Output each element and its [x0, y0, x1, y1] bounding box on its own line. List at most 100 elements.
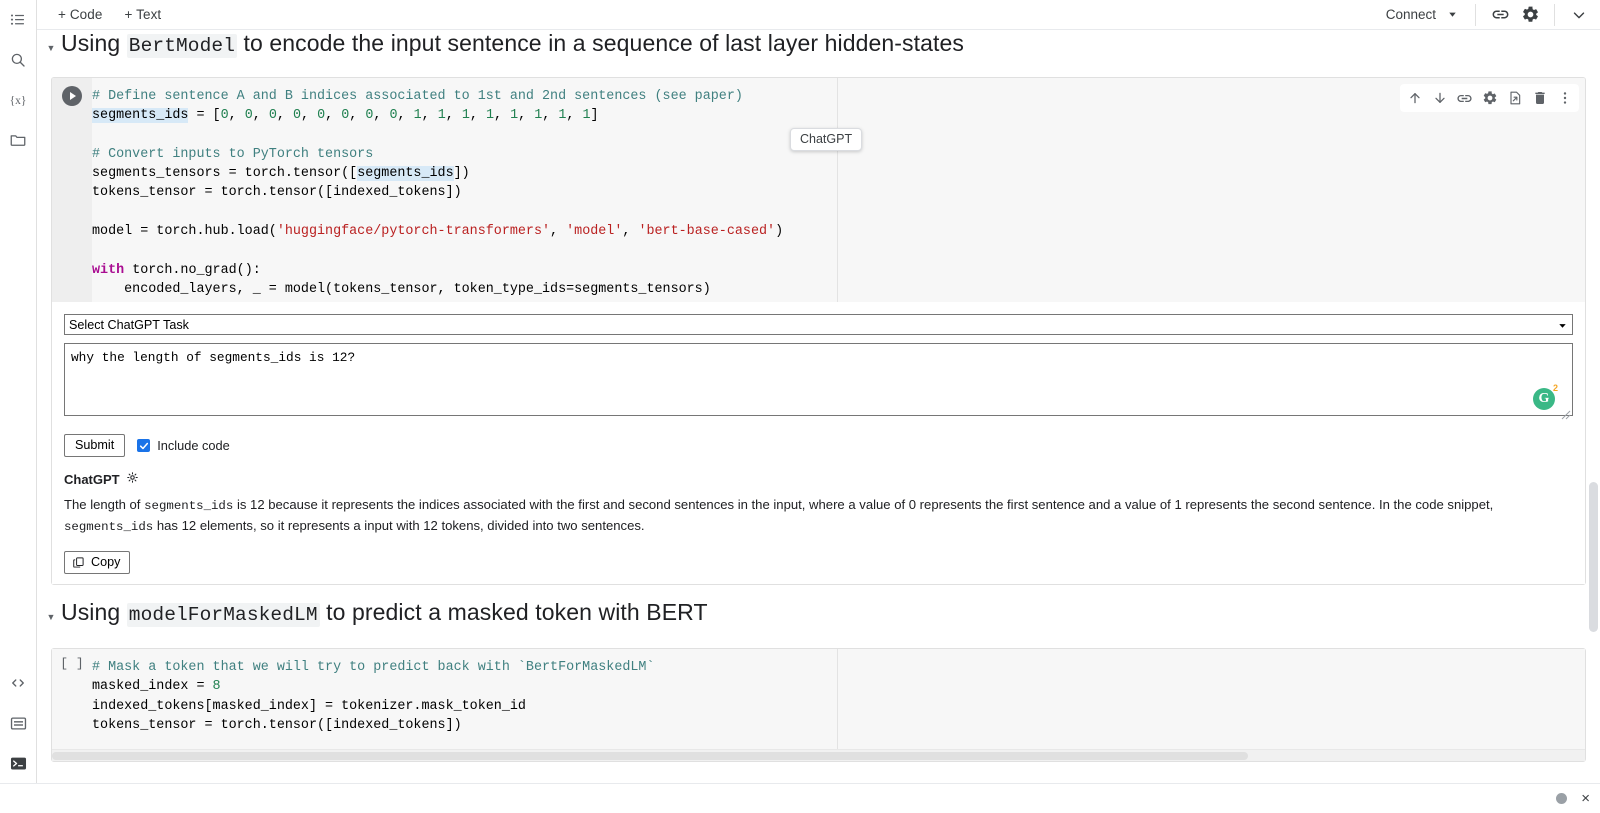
- folder-icon: [9, 131, 27, 149]
- response-code-2: segments_ids: [64, 520, 153, 534]
- heading-code: modelForMaskedLM: [127, 603, 320, 627]
- notebook-scroll-area[interactable]: ▼ Using BertModel to encode the input se…: [37, 30, 1600, 783]
- page-title: Using BertModel to encode the input sent…: [61, 30, 964, 57]
- prompt-wrap: G 2: [64, 335, 1573, 421]
- response-code-1: segments_ids: [144, 499, 233, 513]
- chevron-down-icon: [1447, 9, 1458, 20]
- left-sidebar: {x}: [0, 0, 37, 783]
- more-cell-actions-button[interactable]: [1552, 85, 1577, 111]
- copy-to-drive-button[interactable]: [1502, 85, 1527, 111]
- toolbar-right-group: Connect: [1378, 0, 1594, 30]
- cell-settings-button[interactable]: [1477, 85, 1502, 111]
- gear-icon: [1482, 90, 1498, 106]
- sidebar-item-command-palette[interactable]: [0, 707, 37, 739]
- response-text-1: The length of: [64, 497, 144, 512]
- response-title: ChatGPT: [64, 472, 120, 487]
- arrow-up-icon: [1407, 90, 1423, 106]
- section-2-collapse-toggle[interactable]: ▼: [41, 604, 61, 622]
- editing-link-button[interactable]: [1485, 0, 1515, 30]
- more-vertical-icon: [1557, 90, 1573, 106]
- cell-output-form: Select ChatGPT Task G 2: [52, 302, 1585, 584]
- prompt-input[interactable]: [64, 343, 1573, 416]
- trash-icon: [1532, 90, 1548, 106]
- run-cell-gutter: [52, 78, 92, 302]
- editor-ruler: [837, 78, 838, 302]
- response-text-2: is 12 because it represents the indices …: [233, 497, 1493, 512]
- response-settings-button[interactable]: [126, 471, 139, 487]
- link-icon: [1491, 5, 1510, 24]
- code-cell-2-hscrollbar[interactable]: [52, 749, 1585, 761]
- section-1-heading: ▼ Using BertModel to encode the input se…: [41, 30, 1600, 70]
- heading-code: BertModel: [127, 34, 237, 58]
- heading-suffix: to predict a masked token with BERT: [320, 599, 708, 625]
- grammarly-icon[interactable]: G 2: [1533, 388, 1555, 410]
- section-2-heading: ▼ Using modelForMaskedLM to predict a ma…: [41, 599, 1600, 639]
- chatgpt-task-select[interactable]: Select ChatGPT Task: [64, 314, 1573, 335]
- code-cell-1[interactable]: ChatGPT # Define sentence A and B indice…: [51, 77, 1586, 585]
- response-text-3: has 12 elements, so it represents a inpu…: [153, 518, 644, 533]
- table-of-contents-icon: [9, 11, 27, 29]
- link-icon: [1456, 90, 1473, 107]
- code-cell-2[interactable]: [ ] # Mask a token that we will try to p…: [51, 648, 1586, 762]
- close-status-button[interactable]: ×: [1581, 791, 1590, 806]
- task-select-wrap: Select ChatGPT Task: [64, 314, 1573, 335]
- notebook-vscrollbar[interactable]: [1589, 482, 1598, 632]
- notebook-toolbar: + Code + Text Connect: [37, 0, 1600, 30]
- heading-suffix: to encode the input sentence in a sequen…: [237, 30, 964, 56]
- heading-prefix: Using: [61, 30, 127, 56]
- connect-label: Connect: [1386, 7, 1436, 22]
- move-cell-down-button[interactable]: [1427, 85, 1452, 111]
- delete-cell-button[interactable]: [1527, 85, 1552, 111]
- variables-icon: {x}: [8, 91, 28, 109]
- add-code-cell-button[interactable]: + Code: [51, 4, 110, 25]
- sidebar-item-variables[interactable]: {x}: [0, 84, 37, 116]
- settings-button[interactable]: [1515, 0, 1545, 30]
- gear-icon: [1521, 5, 1540, 24]
- grammarly-badge-count: 2: [1553, 383, 1558, 393]
- terminal-icon: [9, 754, 28, 773]
- include-code-label: Include code: [157, 438, 230, 453]
- grammarly-letter: G: [1539, 391, 1550, 407]
- response-body: The length of segments_ids is 12 because…: [64, 495, 1573, 537]
- command-palette-icon: [9, 714, 28, 733]
- code-cell-1-editor[interactable]: # Define sentence A and B indices associ…: [52, 78, 1585, 302]
- cell-execution-label[interactable]: [ ]: [52, 649, 92, 761]
- response-title-row: ChatGPT: [64, 471, 1573, 487]
- collapse-toolbar-button[interactable]: [1564, 0, 1594, 30]
- status-bar: ×: [0, 783, 1600, 813]
- section-1-collapse-toggle[interactable]: ▼: [41, 35, 61, 53]
- toolbar-divider-1: [1475, 4, 1476, 26]
- copy-icon: [72, 556, 85, 569]
- hscrollbar-thumb[interactable]: [52, 752, 1248, 760]
- check-icon: [139, 441, 149, 451]
- sidebar-item-table-of-contents[interactable]: [0, 4, 37, 36]
- code-cell-1-source: # Define sentence A and B indices associ…: [92, 78, 1585, 302]
- submit-row: Submit Include code: [64, 434, 1573, 457]
- gear-icon: [126, 471, 139, 484]
- sidebar-item-terminal[interactable]: [0, 747, 37, 779]
- chatgpt-tooltip: ChatGPT: [790, 128, 862, 151]
- link-to-cell-button[interactable]: [1452, 85, 1477, 111]
- checkbox-box[interactable]: [137, 439, 150, 452]
- sidebar-item-code-snippets[interactable]: [0, 667, 37, 699]
- editor-ruler: [837, 649, 838, 761]
- copy-label: Copy: [91, 555, 120, 569]
- toolbar-divider-2: [1554, 4, 1555, 26]
- copy-response-button[interactable]: Copy: [64, 551, 130, 574]
- status-indicator-dot: [1556, 793, 1567, 804]
- sidebar-item-files[interactable]: [0, 124, 37, 156]
- code-cell-2-source: # Mask a token that we will try to predi…: [92, 649, 1585, 761]
- arrow-down-icon: [1432, 90, 1448, 106]
- section-2-title: Using modelForMaskedLM to predict a mask…: [61, 599, 708, 626]
- move-cell-up-button[interactable]: [1402, 85, 1427, 111]
- connect-button[interactable]: Connect: [1378, 3, 1466, 26]
- add-text-cell-button[interactable]: + Text: [118, 4, 169, 25]
- play-icon: [70, 92, 76, 100]
- run-cell-button[interactable]: [62, 86, 82, 106]
- code-snippets-icon: [8, 674, 28, 692]
- copy-to-drive-icon: [1507, 90, 1523, 106]
- submit-button[interactable]: Submit: [64, 434, 125, 457]
- code-cell-2-editor[interactable]: [ ] # Mask a token that we will try to p…: [52, 649, 1585, 761]
- include-code-checkbox[interactable]: Include code: [137, 438, 230, 453]
- sidebar-item-search[interactable]: [0, 44, 37, 76]
